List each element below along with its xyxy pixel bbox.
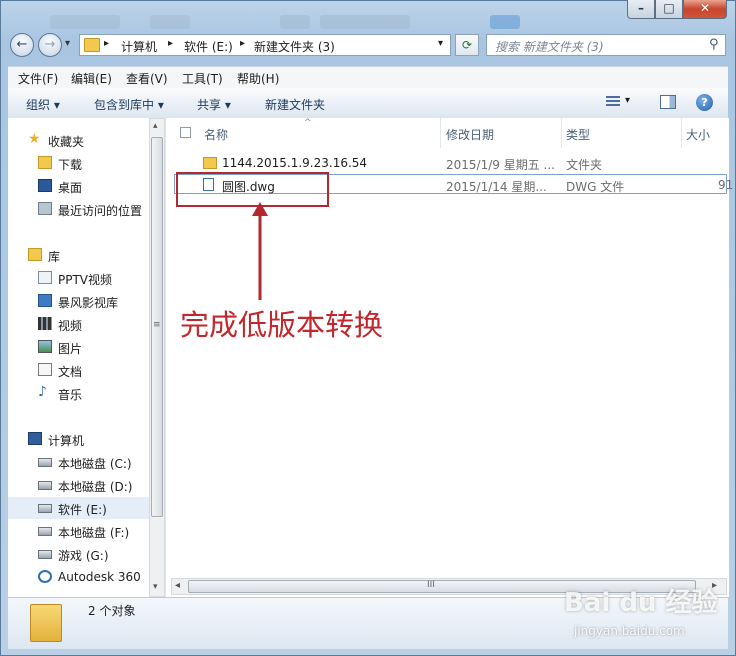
sidebar-item-downloads[interactable]: 下载 [8, 152, 156, 174]
sidebar-item-videos[interactable]: 视频 [8, 313, 156, 335]
help-icon[interactable]: ? [696, 94, 713, 111]
scroll-up-icon[interactable]: ▴ [153, 121, 158, 131]
sidebar-item-drive-e[interactable]: 软件 (E:) [8, 497, 156, 519]
sidebar-computer[interactable]: 计算机 [8, 428, 156, 450]
folder-icon [203, 157, 217, 169]
baofeng-library-icon [38, 294, 52, 307]
file-size: 91 [718, 178, 734, 192]
folder-large-icon [30, 604, 62, 642]
baidu-watermark-url: jingyan.baidu.com [574, 624, 685, 638]
new-folder-button[interactable]: 新建文件夹 [265, 96, 325, 113]
organize-button[interactable]: 组织 ▾ [26, 96, 60, 113]
annotation-arrow [252, 202, 268, 300]
sidebar-item-baofeng[interactable]: 暴风影视库 [8, 290, 156, 312]
recent-places-icon [38, 202, 52, 215]
drive-icon [38, 481, 52, 490]
baidu-watermark: Bai du 经验 [564, 588, 718, 618]
file-row-folder[interactable]: 1144.2015.1.9.23.16.54 2015/1/9 星期五 ... … [176, 153, 726, 173]
sidebar-item-drive-c[interactable]: 本地磁盘 (C:) [8, 451, 156, 473]
views-dropdown-icon[interactable]: ▾ [625, 95, 630, 106]
back-button[interactable]: ← [10, 33, 34, 57]
preview-pane-icon[interactable] [660, 95, 676, 109]
command-bar: 组织 ▾ 包含到库中 ▾ 共享 ▾ 新建文件夹 ▾ ? [8, 88, 728, 119]
libraries-icon [28, 248, 42, 261]
sidebar-libraries[interactable]: 库 [8, 244, 156, 266]
refresh-button[interactable]: ⟳ [455, 34, 479, 56]
pptv-library-icon [38, 271, 52, 284]
column-size[interactable]: 大小 [686, 118, 729, 148]
file-type: 文件夹 [566, 158, 603, 172]
file-type: DWG 文件 [566, 180, 625, 194]
drive-icon [38, 504, 52, 513]
navigation-scrollbar[interactable]: ▴ ≡ ▾ [149, 118, 165, 597]
sidebar-item-music[interactable]: ♪ 音乐 [8, 382, 156, 404]
breadcrumb-drive-e[interactable]: 软件 (E:) [184, 38, 233, 55]
address-bar[interactable]: ▸ 计算机 ▸ 软件 (E:) ▸ 新建文件夹 (3) ▾ [79, 34, 451, 56]
maximize-button[interactable]: □ [655, 0, 683, 19]
desktop-icon [38, 179, 52, 192]
include-in-library-button[interactable]: 包含到库中 ▾ [94, 96, 164, 113]
autodesk-360-icon [38, 570, 52, 583]
menu-bar: 文件(F) 编辑(E) 查看(V) 工具(T) 帮助(H) [8, 66, 728, 89]
search-icon[interactable]: ⚲ [709, 37, 719, 52]
system-drive-icon [38, 458, 52, 467]
file-name: 1144.2015.1.9.23.16.54 [222, 156, 368, 170]
sidebar-item-drive-f[interactable]: 本地磁盘 (F:) [8, 520, 156, 542]
sidebar-item-recent-places[interactable]: 最近访问的位置 [8, 198, 156, 220]
sidebar-favorites[interactable]: ★ 收藏夹 [8, 129, 156, 151]
forward-button[interactable]: → [38, 33, 62, 57]
column-modified[interactable]: 修改日期 [446, 118, 561, 148]
computer-icon [28, 432, 42, 445]
videos-icon [38, 317, 52, 330]
back-arrow-icon: ← [16, 37, 28, 52]
search-placeholder: 搜索 新建文件夹 (3) [495, 40, 604, 54]
music-note-icon: ♪ [38, 384, 47, 400]
share-button[interactable]: 共享 ▾ [197, 96, 231, 113]
navigation-pane: ★ 收藏夹 下载 桌面 最近访问的位置 库 PPTV视频 暴风影视库 视频 图片… [8, 118, 165, 597]
drive-icon [38, 550, 52, 559]
sidebar-item-pictures[interactable]: 图片 [8, 336, 156, 358]
file-modified: 2015/1/14 星期... [446, 180, 547, 194]
documents-icon [38, 363, 52, 376]
close-button[interactable]: ✕ [683, 0, 727, 19]
drive-icon [38, 527, 52, 536]
navigation-scrollbar-thumb[interactable]: ≡ [151, 137, 163, 517]
forward-arrow-icon: → [44, 37, 56, 52]
select-all-checkbox[interactable] [180, 127, 191, 138]
sidebar-item-drive-d[interactable]: 本地磁盘 (D:) [8, 474, 156, 496]
star-icon: ★ [28, 131, 41, 147]
scroll-left-icon[interactable]: ◂ [175, 580, 180, 591]
menu-file[interactable]: 文件(F) [18, 70, 58, 87]
views-icon[interactable] [606, 96, 620, 108]
item-count: 2 个对象 [88, 604, 136, 618]
title-bar-blurred [40, 12, 600, 34]
pictures-icon [38, 340, 52, 353]
minimize-button[interactable]: – [627, 0, 655, 19]
recent-pages-dropdown-icon[interactable]: ▾ [65, 38, 70, 49]
column-name[interactable]: 名称 [204, 118, 440, 148]
sidebar-item-autodesk-360[interactable]: Autodesk 360 [8, 566, 156, 588]
sidebar-item-pptv[interactable]: PPTV视频 [8, 267, 156, 289]
downloads-folder-icon [38, 156, 52, 169]
file-modified: 2015/1/9 星期五 ... [446, 158, 555, 172]
scroll-down-icon[interactable]: ▾ [153, 582, 158, 592]
breadcrumb-computer[interactable]: 计算机 [121, 38, 157, 55]
search-box[interactable]: 搜索 新建文件夹 (3) ⚲ [486, 34, 726, 56]
menu-help[interactable]: 帮助(H) [237, 70, 279, 87]
column-type[interactable]: 类型 [566, 118, 681, 148]
menu-tools[interactable]: 工具(T) [182, 70, 223, 87]
sidebar-item-drive-g[interactable]: 游戏 (G:) [8, 543, 156, 565]
sidebar-item-desktop[interactable]: 桌面 [8, 175, 156, 197]
menu-view[interactable]: 查看(V) [126, 70, 168, 87]
refresh-icon: ⟳ [461, 38, 473, 52]
folder-icon [84, 38, 100, 52]
column-header-row: ^ 名称 修改日期 类型 大小 [166, 118, 729, 148]
breadcrumb-current-folder[interactable]: 新建文件夹 (3) [254, 38, 335, 55]
menu-edit[interactable]: 编辑(E) [71, 70, 112, 87]
address-dropdown-icon[interactable]: ▾ [438, 38, 443, 49]
annotation-text: 完成低版本转换 [180, 308, 384, 342]
sidebar-item-documents[interactable]: 文档 [8, 359, 156, 381]
